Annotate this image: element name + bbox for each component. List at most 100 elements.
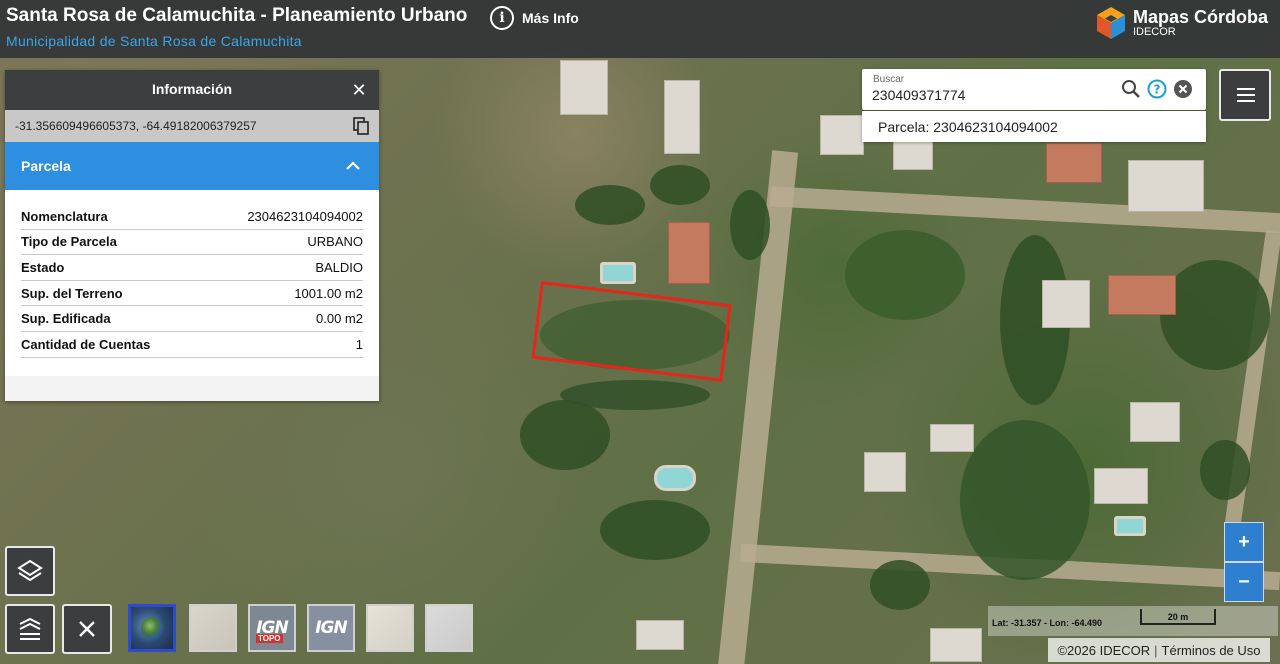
coordinates-bar: -31.356609496605373, -64.49182006379257: [5, 110, 379, 142]
clear-search-icon[interactable]: [1173, 79, 1193, 99]
map-tree: [845, 230, 965, 320]
map-building: [1046, 143, 1102, 183]
map-building: [930, 628, 982, 662]
close-icon[interactable]: ✕: [349, 80, 369, 100]
map-building: [1042, 280, 1090, 328]
map-building: [930, 424, 974, 452]
map-building: [1130, 402, 1180, 442]
map-pool: [600, 262, 636, 284]
footer-attribution: ©2026 IDECOR | Términos de Uso: [1048, 638, 1270, 662]
search-result-label: Parcela: 2304623104094002: [878, 119, 1058, 135]
layers-button[interactable]: [5, 546, 55, 596]
copyright-text: ©2026 IDECOR: [1057, 642, 1151, 658]
brand-name: Mapas Córdoba: [1132, 7, 1268, 27]
coordinate-readout: Lat: -31.357 - Lon: -64.490 20 m: [988, 606, 1278, 636]
attribute-label: Sup. Edificada: [21, 311, 111, 327]
help-icon[interactable]: ?: [1147, 79, 1167, 99]
info-panel-title: Información: [151, 81, 233, 97]
map-building: [668, 222, 710, 284]
zoom-out-button[interactable]: −: [1224, 562, 1264, 602]
cube-logo-icon: [1096, 7, 1125, 39]
attribute-label: Nomenclatura: [21, 208, 108, 224]
copy-icon[interactable]: [353, 117, 369, 135]
brand-sub: IDECOR: [1132, 26, 1176, 38]
attribute-value: URBANO: [307, 234, 363, 250]
basemap-ign[interactable]: IGN: [307, 604, 355, 652]
basemap-satellite[interactable]: [128, 604, 176, 652]
map-tree: [730, 190, 770, 260]
map-tree: [1200, 440, 1250, 500]
info-icon: i: [490, 6, 514, 30]
parcela-section-title: Parcela: [21, 158, 71, 174]
map-tree: [960, 420, 1090, 580]
menu-button[interactable]: [1219, 69, 1271, 121]
layers-icon: [17, 559, 43, 582]
selected-parcel-outline[interactable]: [531, 281, 732, 382]
map-pool: [654, 465, 696, 491]
map-tree: [1160, 260, 1270, 370]
map-pool: [1114, 516, 1146, 536]
map-building: [893, 140, 933, 170]
terms-link[interactable]: Términos de Uso: [1162, 643, 1261, 658]
parcela-section-header[interactable]: Parcela: [5, 142, 379, 190]
attribute-row: Tipo de Parcela URBANO: [21, 230, 363, 256]
app-title: Santa Rosa de Calamuchita - Planeamiento…: [6, 5, 468, 26]
footer-separator: |: [1154, 642, 1158, 658]
ign-logo-text: IGN: [315, 618, 348, 638]
close-basemaps-button[interactable]: [62, 604, 112, 654]
attribute-row: Estado BALDIO: [21, 255, 363, 281]
attribute-label: Tipo de Parcela: [21, 234, 117, 250]
map-building: [1094, 468, 1148, 504]
attribute-row: Nomenclatura 2304623104094002: [21, 204, 363, 230]
search-box: Buscar ?: [862, 69, 1206, 110]
legend-button[interactable]: [5, 604, 55, 654]
attribute-label: Sup. del Terreno: [21, 285, 123, 301]
chevron-up-icon: [346, 161, 360, 170]
close-icon: [79, 621, 95, 637]
map-building: [864, 452, 906, 492]
basemap-gray[interactable]: [425, 604, 473, 652]
ign-topo-tag: TOPO: [256, 634, 283, 643]
search-label: Buscar: [873, 74, 905, 85]
attribute-label: Cantidad de Cuentas: [21, 336, 151, 352]
attribute-label: Estado: [21, 259, 65, 275]
attribute-row: Sup. Edificada 0.00 m2: [21, 306, 363, 332]
app-header: Santa Rosa de Calamuchita - Planeamiento…: [0, 0, 1280, 58]
stacked-layers-icon: [19, 617, 41, 640]
map-building: [664, 80, 700, 154]
map-building: [560, 60, 608, 115]
search-result-item[interactable]: Parcela: 2304623104094002: [862, 111, 1206, 142]
basemap-light[interactable]: [189, 604, 237, 652]
attribute-row: Cantidad de Cuentas 1: [21, 332, 363, 358]
map-building: [1108, 275, 1176, 315]
attribute-value: BALDIO: [315, 259, 363, 275]
app-subtitle: Municipalidad de Santa Rosa de Calamuchi…: [6, 33, 302, 49]
map-tree: [600, 500, 710, 560]
more-info-label: Más Info: [522, 10, 579, 26]
cursor-latlon: Lat: -31.357 - Lon: -64.490: [992, 618, 1103, 628]
globe-icon: [141, 617, 163, 639]
brand-logo: Mapas Córdoba IDECOR: [1095, 6, 1268, 40]
zoom-in-button[interactable]: +: [1224, 522, 1264, 562]
attribute-value: 1001.00 m2: [294, 285, 363, 301]
search-icon[interactable]: [1121, 79, 1141, 99]
map-building: [636, 620, 684, 650]
map-building: [820, 115, 864, 155]
map-tree: [870, 560, 930, 610]
clicked-coordinates: -31.356609496605373, -64.49182006379257: [15, 119, 257, 133]
map-building: [1128, 160, 1204, 212]
info-panel: Información ✕ -31.356609496605373, -64.4…: [5, 70, 379, 401]
map-tree: [650, 165, 710, 205]
svg-text:?: ?: [1154, 83, 1161, 97]
attribute-row: Sup. del Terreno 1001.00 m2: [21, 281, 363, 307]
basemap-ign-topo[interactable]: IGN TOPO: [248, 604, 296, 652]
map-tree: [575, 185, 645, 225]
search-input[interactable]: [872, 86, 1112, 104]
attribute-value: 0.00 m2: [316, 311, 363, 327]
attribute-value: 1: [355, 336, 363, 352]
parcela-attributes: Nomenclatura 2304623104094002 Tipo de Pa…: [5, 190, 379, 376]
more-info-button[interactable]: i Más Info: [490, 6, 579, 30]
map-tree: [560, 380, 710, 410]
info-panel-header: Información ✕: [5, 70, 379, 110]
basemap-cadastral[interactable]: [366, 604, 414, 652]
